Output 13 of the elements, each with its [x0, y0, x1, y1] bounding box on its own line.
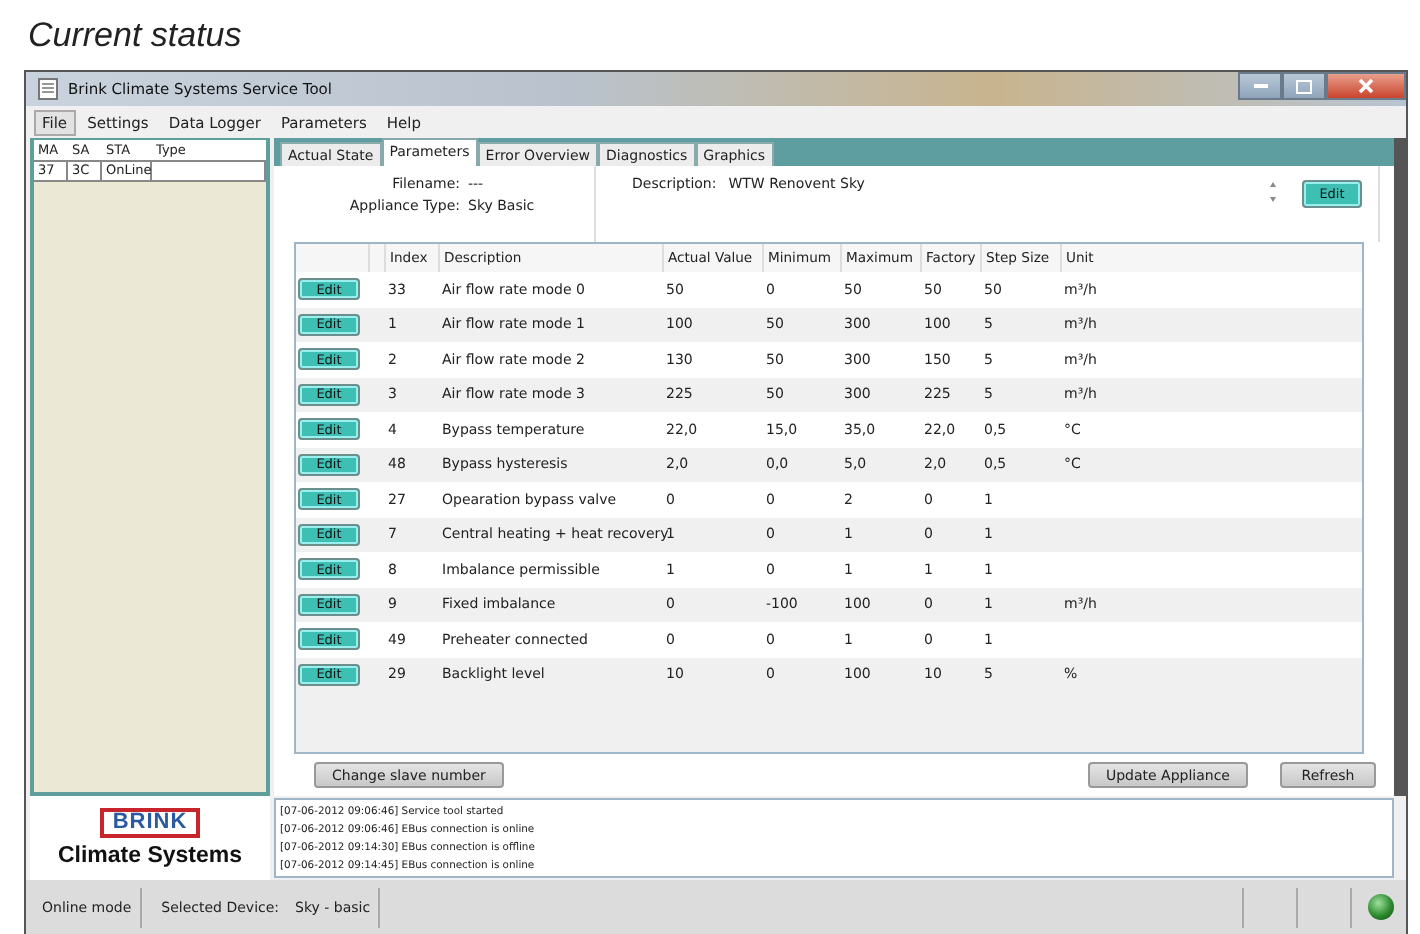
minimize-icon: [1253, 83, 1267, 89]
minimize-button[interactable]: [1238, 72, 1282, 100]
maximize-button[interactable]: [1282, 72, 1326, 100]
scrollbar[interactable]: [1394, 138, 1406, 796]
document-icon: [38, 78, 58, 100]
table-cell: [152, 160, 266, 182]
spinner-icon: [1268, 180, 1278, 204]
logo-tagline: Climate Systems: [57, 844, 243, 868]
brand-logo: BRINK: [100, 808, 200, 838]
close-button[interactable]: [1326, 72, 1406, 100]
maximize-icon: [1296, 79, 1312, 93]
close-icon: [1358, 78, 1374, 94]
page-heading: Current status: [26, 14, 244, 58]
